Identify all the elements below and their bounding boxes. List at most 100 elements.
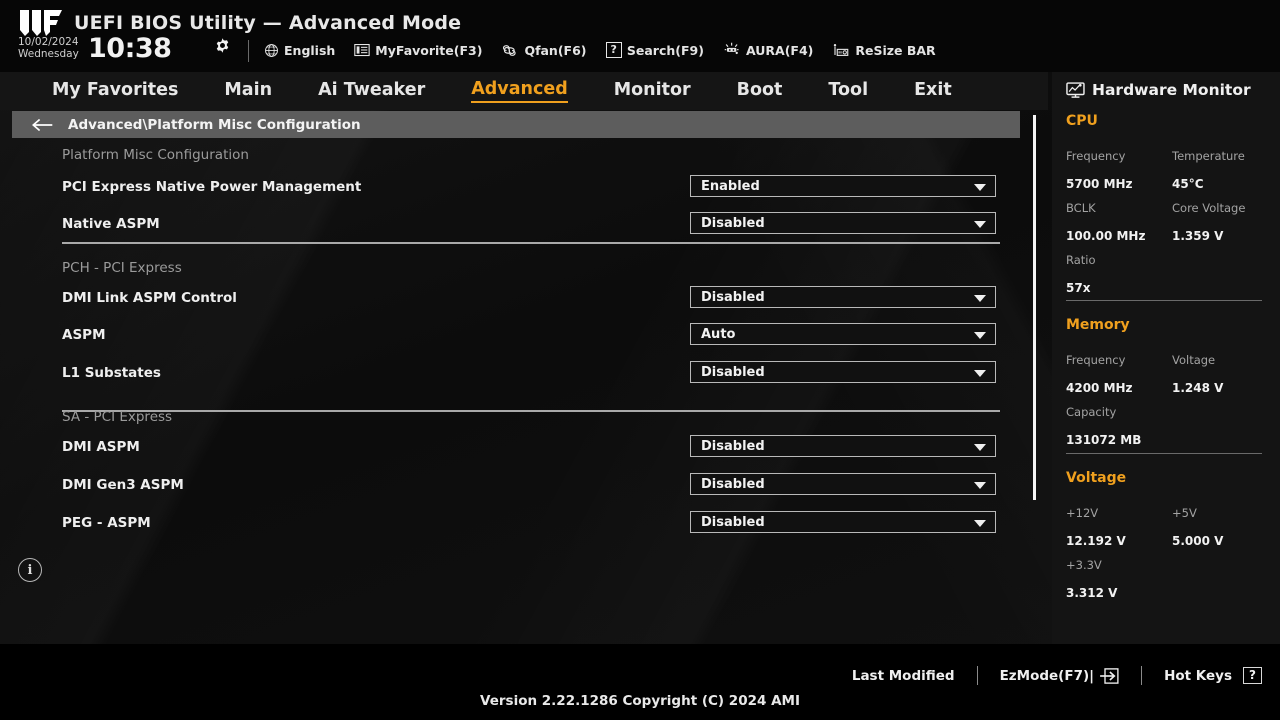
setting-value: Disabled xyxy=(701,215,765,231)
chevron-down-icon xyxy=(974,221,986,228)
hw-metric-value: 4200 MHz xyxy=(1066,381,1133,395)
resize-bar-label: ReSize BAR xyxy=(855,42,936,58)
setting-label: PCI Express Native Power Management xyxy=(62,179,362,195)
setting-dropdown[interactable]: Disabled xyxy=(690,435,996,457)
back-arrow-icon[interactable] xyxy=(32,118,54,132)
setting-dropdown[interactable]: Disabled xyxy=(690,212,996,234)
qfan-label: Qfan(F6) xyxy=(524,42,587,58)
settings-group-header: SA - PCI Express xyxy=(62,409,173,425)
version-text: Version 2.22.1286 Copyright (C) 2024 AMI xyxy=(480,693,800,709)
settings-group-header: PCH - PCI Express xyxy=(62,260,182,276)
settings-group-header: Platform Misc Configuration xyxy=(62,147,249,163)
setting-value: Enabled xyxy=(701,178,760,194)
settings-list: Platform Misc Configuration PCI Express N… xyxy=(0,138,1030,542)
tab-ai-tweaker[interactable]: Ai Tweaker xyxy=(318,80,425,102)
language-button[interactable]: English xyxy=(264,43,335,58)
tab-monitor[interactable]: Monitor xyxy=(614,80,691,102)
scrollbar-thumb[interactable] xyxy=(1033,115,1036,500)
weekday-value: Wednesday xyxy=(18,48,79,60)
myfavorite-button[interactable]: MyFavorite(F3) xyxy=(354,43,482,58)
hw-metric-key: +5V xyxy=(1172,506,1197,520)
setting-value: Auto xyxy=(701,326,736,342)
chevron-down-icon xyxy=(974,332,986,339)
setting-dropdown[interactable]: Disabled xyxy=(690,473,996,495)
setting-dropdown[interactable]: Disabled xyxy=(690,286,996,308)
aura-label: AURA(F4) xyxy=(745,42,814,58)
settings-scrollbar[interactable] xyxy=(1033,115,1036,500)
hw-section-title-voltage: Voltage xyxy=(1066,470,1127,486)
hw-metric-key: +12V xyxy=(1066,506,1099,520)
tab-advanced[interactable]: Advanced xyxy=(471,79,568,103)
tab-my-favorites[interactable]: My Favorites xyxy=(52,80,178,102)
chevron-down-icon xyxy=(974,370,986,377)
hw-metric-value: 1.359 V xyxy=(1172,229,1224,243)
setting-label: L1 Substates xyxy=(62,365,161,381)
hw-metric-value: 3.312 V xyxy=(1066,586,1118,600)
myfavorite-label: MyFavorite(F3) xyxy=(375,42,483,58)
setting-dropdown[interactable]: Disabled xyxy=(690,511,996,533)
hw-metric-value: 100.00 MHz xyxy=(1066,229,1146,243)
header-bar: UEFI BIOS Utility — Advanced Mode 10/02/… xyxy=(0,0,1280,72)
hotkeys-button[interactable]: Hot Keys ? xyxy=(1164,667,1262,684)
setting-dropdown[interactable]: Enabled xyxy=(690,175,996,197)
setting-label: DMI Link ASPM Control xyxy=(62,290,237,306)
date-value: 10/02/2024 xyxy=(18,36,79,48)
hw-metric-key: Ratio xyxy=(1066,253,1096,267)
setting-value: Disabled xyxy=(701,364,765,380)
qfan-button[interactable]: Qfan(F6) xyxy=(501,42,587,58)
page-title: UEFI BIOS Utility — Advanced Mode xyxy=(74,12,462,34)
setting-dropdown[interactable]: Auto xyxy=(690,323,996,345)
hw-metric-value: 5.000 V xyxy=(1172,534,1224,548)
tab-exit[interactable]: Exit xyxy=(914,80,952,102)
hw-metric-key: Frequency xyxy=(1066,353,1126,367)
clock-display: 10:38 xyxy=(88,33,172,64)
section-divider xyxy=(62,410,1000,412)
hotkeys-label: Hot Keys xyxy=(1164,667,1233,684)
hw-metric-value: 5700 MHz xyxy=(1066,177,1133,191)
tab-main[interactable]: Main xyxy=(224,80,272,102)
chevron-down-icon xyxy=(974,295,986,302)
hw-metric-value: 57x xyxy=(1066,281,1091,295)
hw-metric-key: Core Voltage xyxy=(1172,201,1246,215)
resize-bar-button[interactable]: ReSize BAR xyxy=(832,42,936,58)
section-divider xyxy=(62,242,1000,244)
ezmode-arrow-icon xyxy=(1100,667,1119,684)
aura-button[interactable]: AURA(F4) xyxy=(723,42,813,58)
ezmode-button[interactable]: EzMode(F7)| xyxy=(1000,668,1120,684)
hw-metric-key: Temperature xyxy=(1172,149,1245,163)
search-label: Search(F9) xyxy=(626,42,704,58)
globe-icon xyxy=(265,43,278,57)
qfan-icon xyxy=(503,44,517,56)
hw-metric-value: 45°C xyxy=(1172,177,1204,191)
hardware-monitor-title: Hardware Monitor xyxy=(1066,81,1251,99)
last-modified-button[interactable]: Last Modified xyxy=(852,668,955,684)
hw-metric-value: 12.192 V xyxy=(1066,534,1126,548)
header-actions: English MyFavorite(F3) Qfan(F6) ? Search… xyxy=(264,42,936,58)
hardware-monitor-label: Hardware Monitor xyxy=(1092,81,1251,99)
setting-label: Native ASPM xyxy=(62,216,160,232)
tuf-logo xyxy=(20,10,62,36)
resize-bar-icon xyxy=(834,43,849,56)
setting-label: DMI ASPM xyxy=(62,439,140,455)
aura-icon xyxy=(724,42,739,55)
search-button[interactable]: ? Search(F9) xyxy=(605,42,704,58)
info-button[interactable]: i xyxy=(18,558,42,582)
hw-metric-value: 131072 MB xyxy=(1066,433,1142,447)
gear-icon[interactable] xyxy=(214,37,231,54)
breadcrumb-path: Advanced\Platform Misc Configuration xyxy=(68,116,361,133)
setting-value: Disabled xyxy=(701,438,765,454)
chevron-down-icon xyxy=(974,444,986,451)
setting-dropdown[interactable]: Disabled xyxy=(690,361,996,383)
myfavorite-icon xyxy=(354,43,370,57)
setting-value: Disabled xyxy=(701,514,765,530)
chevron-down-icon xyxy=(974,184,986,191)
hw-metric-value: 1.248 V xyxy=(1172,381,1224,395)
hotkeys-badge: ? xyxy=(1243,667,1262,684)
tab-tool[interactable]: Tool xyxy=(828,80,868,102)
footer-links: Last Modified EzMode(F7)| Hot Keys ? xyxy=(852,666,1262,685)
chevron-down-icon xyxy=(974,482,986,489)
setting-value: Disabled xyxy=(701,289,765,305)
tab-boot[interactable]: Boot xyxy=(737,80,783,102)
setting-label: PEG - ASPM xyxy=(62,515,151,531)
footer-divider-1 xyxy=(976,666,978,685)
